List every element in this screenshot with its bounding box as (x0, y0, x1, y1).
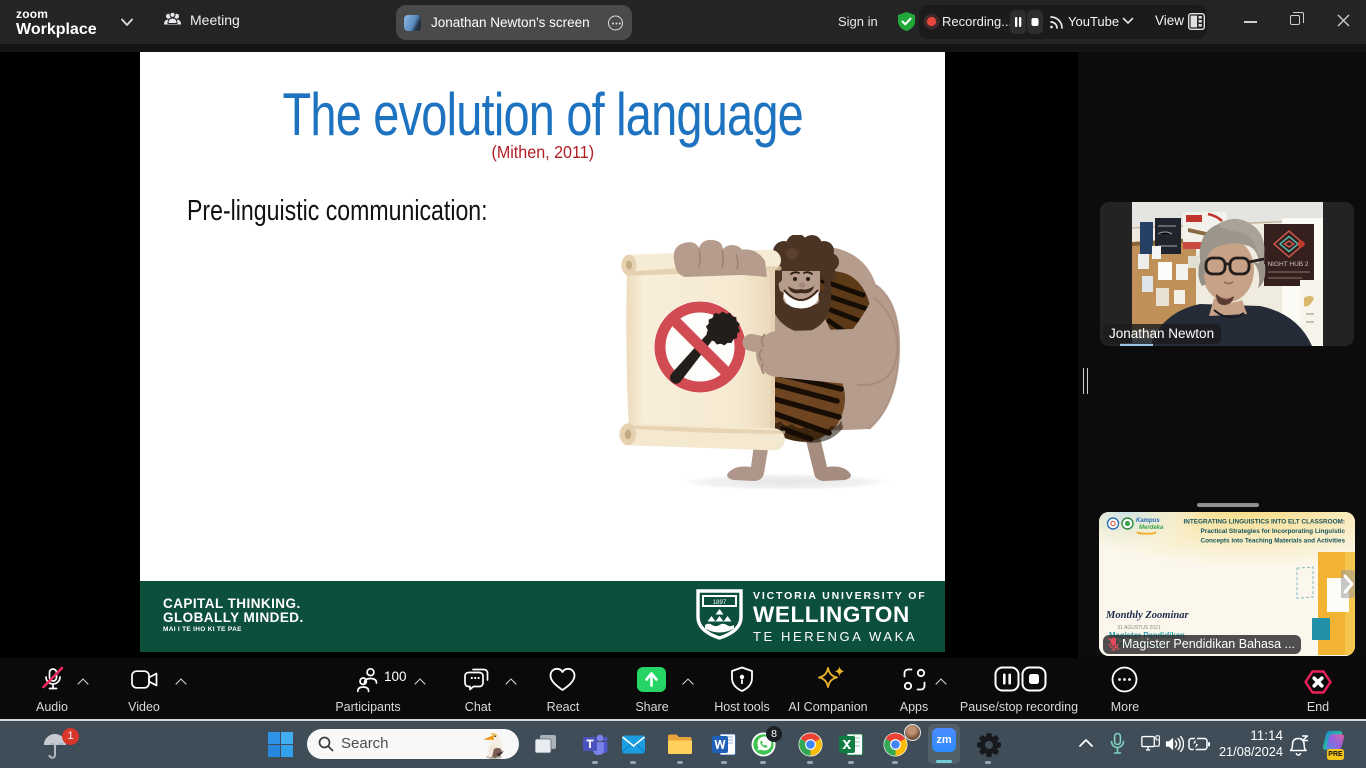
svg-text:Practical Strategies for Incor: Practical Strategies for Incorporating L… (1200, 528, 1345, 535)
svg-text:Merdeka: Merdeka (1139, 525, 1164, 531)
svg-text:INTEGRATING LINGUISTICS INTO E: INTEGRATING LINGUISTICS INTO ELT CLASSRO… (1183, 519, 1345, 526)
svg-text:Concepts into Teaching Materia: Concepts into Teaching Materials and Act… (1200, 538, 1345, 545)
svg-text:1897: 1897 (713, 600, 727, 606)
svg-text:Kampus: Kampus (1136, 518, 1160, 524)
svg-text:NIGHT HUB 2: NIGHT HUB 2 (1267, 261, 1308, 268)
svg-text:Monthly Zoominar: Monthly Zoominar (1105, 610, 1189, 621)
